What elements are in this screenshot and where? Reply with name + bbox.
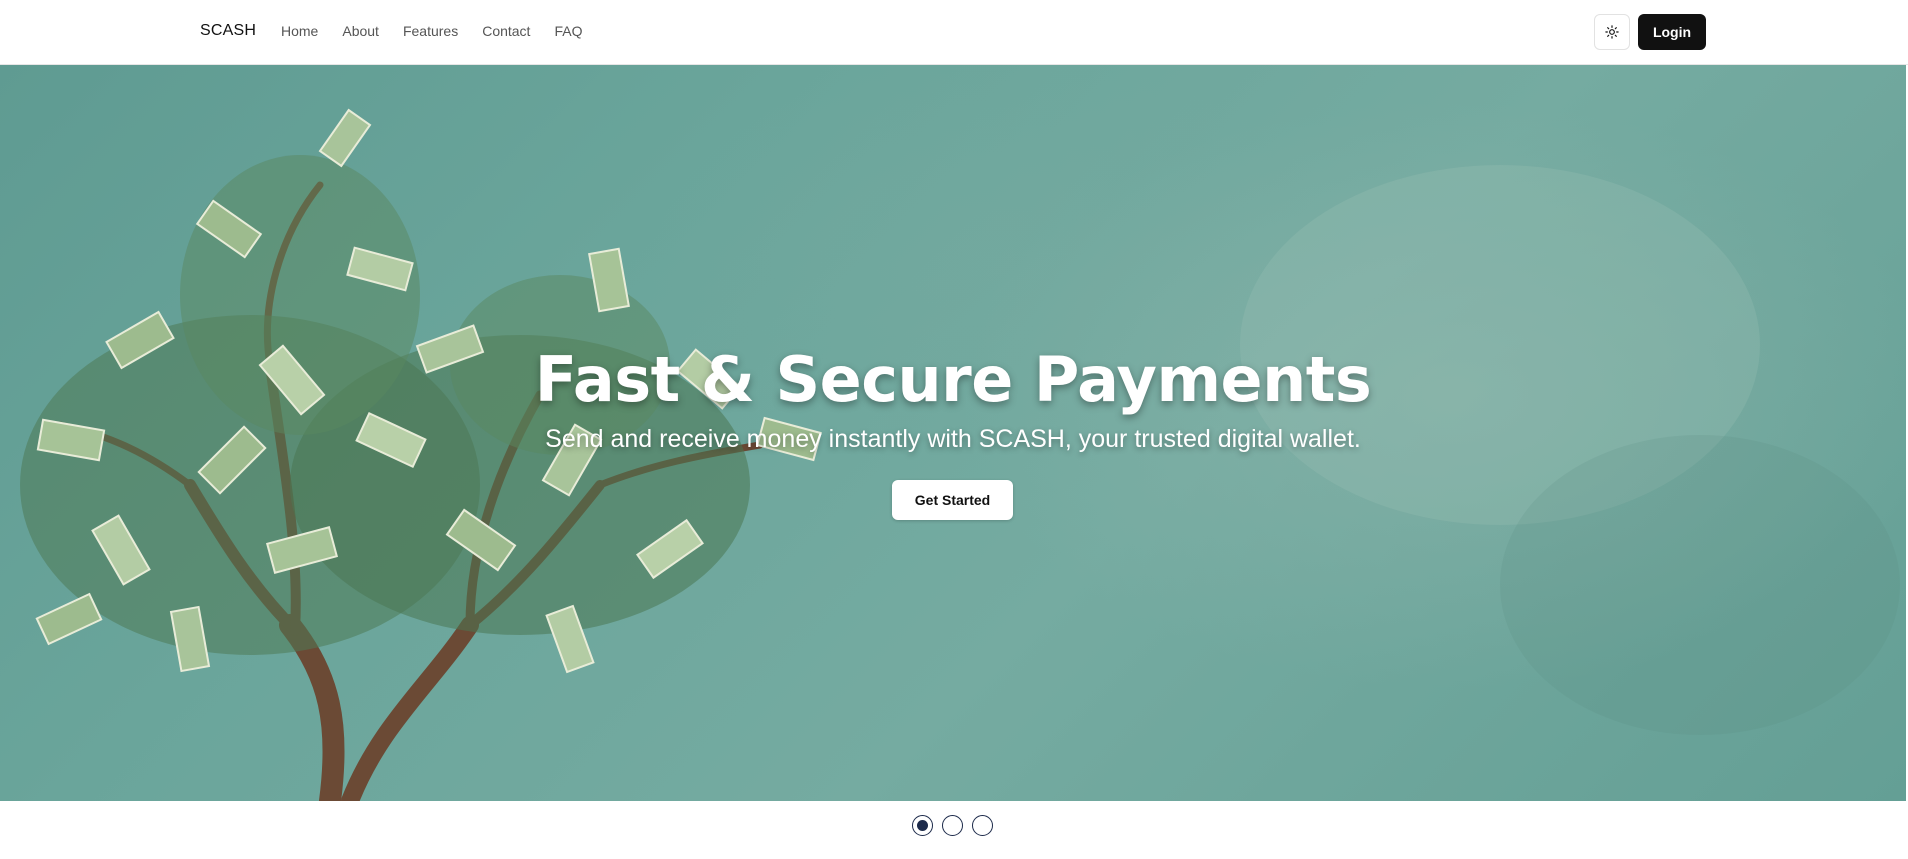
nav-link-home[interactable]: Home — [281, 23, 318, 39]
nav-link-about[interactable]: About — [342, 23, 379, 39]
get-started-button[interactable]: Get Started — [892, 480, 1013, 520]
hero-section: Fast & Secure Payments Send and receive … — [0, 65, 1906, 801]
theme-toggle-button[interactable] — [1594, 14, 1630, 50]
carousel-indicators — [912, 815, 993, 836]
nav-link-faq[interactable]: FAQ — [554, 23, 582, 39]
navbar: SCASH Home About Features Contact FAQ Lo… — [0, 0, 1908, 65]
nav-link-contact[interactable]: Contact — [482, 23, 530, 39]
hero-subtitle: Send and receive money instantly with SC… — [545, 425, 1361, 453]
carousel-dot-2[interactable] — [942, 815, 963, 836]
brand-logo[interactable]: SCASH — [200, 22, 256, 40]
sun-icon — [1605, 25, 1619, 39]
login-button[interactable]: Login — [1638, 14, 1706, 50]
carousel-dot-3[interactable] — [972, 815, 993, 836]
nav-links: Home About Features Contact FAQ — [281, 23, 606, 39]
hero-title: Fast & Secure Payments — [534, 343, 1372, 416]
carousel-dot-1[interactable] — [912, 815, 933, 836]
nav-link-features[interactable]: Features — [403, 23, 458, 39]
active-dot-indicator — [917, 820, 928, 831]
